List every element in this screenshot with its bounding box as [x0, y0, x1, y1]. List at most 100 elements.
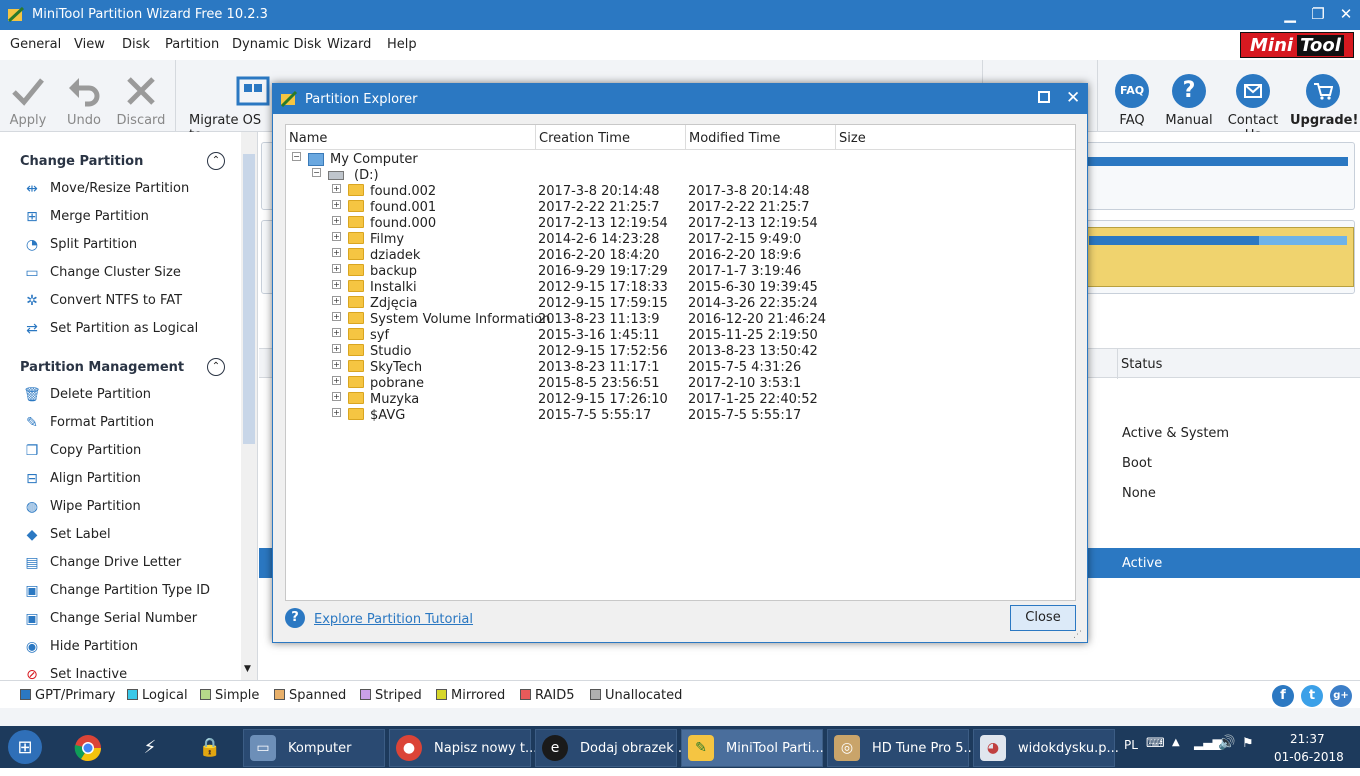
- column-header-creation-time[interactable]: Creation Time: [536, 125, 686, 150]
- expand-icon[interactable]: +: [332, 200, 341, 209]
- tree-row-folder[interactable]: + dziadek 2016-2-20 18:4:20 2016-2-20 18:9:…: [286, 248, 1075, 264]
- tree-row-folder[interactable]: + pobrane 2015-8-5 23:56:51 2017-2-10 3:53:…: [286, 376, 1075, 392]
- minimize-button[interactable]: ▁: [1278, 5, 1302, 23]
- dialog-close-icon[interactable]: ✕: [1066, 88, 1080, 108]
- tree-row-folder[interactable]: + found.002 2017-3-8 20:14:48 2017-3-8 20:1…: [286, 184, 1075, 200]
- task-paint[interactable]: ◕ widokdysku.p...: [973, 729, 1119, 767]
- upgrade-button[interactable]: Upgrade!: [1290, 60, 1358, 132]
- tree-row-folder[interactable]: + found.001 2017-2-22 21:25:7 2017-2-22 21:…: [286, 200, 1075, 216]
- tree-row-folder[interactable]: + Instalki 2012-9-15 17:18:33 2015-6-30 19:…: [286, 280, 1075, 296]
- expand-icon[interactable]: +: [332, 248, 341, 257]
- dialog-title: Partition Explorer: [305, 92, 418, 107]
- collapse-icon[interactable]: −: [312, 168, 321, 177]
- apply-button[interactable]: Apply: [4, 60, 52, 132]
- google-plus-icon[interactable]: g+: [1330, 685, 1352, 707]
- expand-icon[interactable]: +: [332, 344, 341, 353]
- expand-icon[interactable]: +: [332, 296, 341, 305]
- twitter-icon[interactable]: t: [1301, 685, 1323, 707]
- task-hd-tune[interactable]: ◎ HD Tune Pro 5...: [827, 729, 976, 767]
- tree-row-folder[interactable]: + Zdjęcia 2012-9-15 17:59:15 2014-3-26 22:3…: [286, 296, 1075, 312]
- tree-row-folder[interactable]: + System Volume Information 2013-8-23 11:1…: [286, 312, 1075, 328]
- task-chrome-napisz[interactable]: ● Napisz nowy t...: [389, 729, 537, 767]
- file-tree-view: Name Creation Time Modified Time Size − …: [285, 124, 1076, 601]
- expand-icon[interactable]: +: [332, 184, 341, 193]
- expand-icon[interactable]: +: [332, 264, 341, 273]
- help-question-icon[interactable]: ?: [285, 608, 305, 628]
- tree-row-folder[interactable]: + found.000 2017-2-13 12:19:54 2017-2-13 12…: [286, 216, 1075, 232]
- clock-date[interactable]: 01-06-2018: [1274, 750, 1344, 764]
- faq-icon: FAQ: [1115, 74, 1149, 108]
- tree-row-folder[interactable]: + $AVG 2015-7-5 5:55:17 2015-7-5 5:55:17: [286, 408, 1075, 424]
- legend-swatch: [200, 689, 211, 700]
- facebook-icon[interactable]: f: [1272, 685, 1294, 707]
- task-komputer[interactable]: ▭ Komputer: [243, 729, 385, 767]
- undo-button[interactable]: Undo: [60, 60, 108, 132]
- creation-time-cell: 2014-2-6 14:23:28: [538, 232, 660, 247]
- maximize-button[interactable]: ❐: [1306, 5, 1330, 23]
- tree-row-folder[interactable]: + syf 2015-3-16 1:45:11 2015-11-25 2:19:50: [286, 328, 1075, 344]
- network-tool-icon[interactable]: ⚡: [132, 730, 168, 766]
- expand-icon[interactable]: +: [332, 312, 341, 321]
- tree-row-drive-d[interactable]: − (D:): [286, 168, 1075, 184]
- dialog-maximize-icon[interactable]: [1038, 91, 1050, 103]
- action-center-flag-icon[interactable]: ⚑: [1242, 736, 1254, 751]
- task-dodaj-obrazek[interactable]: e Dodaj obrazek ...: [535, 729, 690, 767]
- selected-partition-block[interactable]: [1084, 227, 1354, 287]
- expand-icon[interactable]: +: [332, 408, 341, 417]
- expand-icon[interactable]: +: [332, 216, 341, 225]
- language-indicator[interactable]: PL: [1124, 738, 1138, 752]
- column-header-name[interactable]: Name: [286, 125, 536, 150]
- clock-time[interactable]: 21:37: [1290, 732, 1325, 746]
- manual-button[interactable]: ? Manual: [1162, 60, 1216, 132]
- tree-row-folder[interactable]: + Filmy 2014-2-6 14:23:28 2017-2-15 9:49:0: [286, 232, 1075, 248]
- tree-row-folder[interactable]: + Muzyka 2012-9-15 17:26:10 2017-1-25 22:40…: [286, 392, 1075, 408]
- discard-button[interactable]: Discard: [114, 60, 168, 132]
- close-window-button[interactable]: ✕: [1334, 5, 1358, 23]
- collapse-change-partition-icon[interactable]: ⌃: [207, 152, 225, 170]
- explore-tutorial-link[interactable]: Explore Partition Tutorial: [314, 612, 473, 627]
- expand-icon[interactable]: +: [332, 360, 341, 369]
- legend-swatch: [127, 689, 138, 700]
- faq-button[interactable]: FAQ FAQ: [1108, 60, 1156, 132]
- menu-partition[interactable]: Partition: [165, 37, 219, 52]
- folder-icon: [348, 264, 364, 276]
- collapse-icon[interactable]: −: [292, 152, 301, 161]
- expand-icon[interactable]: +: [332, 232, 341, 241]
- migrate-os-button[interactable]: Migrate OS to: [184, 60, 272, 143]
- expand-icon[interactable]: +: [332, 280, 341, 289]
- task-minitool[interactable]: ✎ MiniTool Parti...: [681, 729, 824, 767]
- column-header-size[interactable]: Size: [836, 125, 1075, 150]
- contact-us-button[interactable]: Contact Us: [1218, 60, 1288, 143]
- sidebar-scroll-thumb[interactable]: [243, 154, 255, 444]
- menu-general[interactable]: General: [10, 37, 61, 52]
- close-button[interactable]: Close: [1010, 605, 1076, 631]
- folder-name: found.002: [370, 184, 437, 199]
- scroll-down-arrow-icon[interactable]: ▼: [244, 664, 251, 674]
- tree-row-folder[interactable]: + SkyTech 2013-8-23 11:17:1 2015-7-5 4:31:2…: [286, 360, 1075, 376]
- menu-dynamic-disk[interactable]: Dynamic Disk: [232, 37, 321, 52]
- menu-view[interactable]: View: [74, 37, 105, 52]
- expand-icon[interactable]: +: [332, 392, 341, 401]
- lock-app-icon[interactable]: 🔒: [192, 730, 228, 766]
- sidebar-scrollbar[interactable]: ▼: [241, 132, 257, 680]
- tree-row-folder[interactable]: + backup 2016-9-29 19:17:29 2017-1-7 3:19:4…: [286, 264, 1075, 280]
- windows-start-icon[interactable]: ⊞: [8, 730, 42, 764]
- resize-grip-icon[interactable]: ⋰: [1073, 630, 1082, 640]
- legend-label: Logical: [142, 688, 188, 703]
- sidebar: Change Partition ⌃ ⇹ Move/Resize Partitio…: [0, 132, 258, 680]
- menu-disk[interactable]: Disk: [122, 37, 150, 52]
- expand-icon[interactable]: +: [332, 376, 341, 385]
- collapse-partition-management-icon[interactable]: ⌃: [207, 358, 225, 376]
- tray-expand-icon[interactable]: ▲: [1172, 737, 1180, 748]
- menu-help[interactable]: Help: [387, 37, 417, 52]
- tree-row-my-computer[interactable]: − My Computer: [286, 152, 1075, 168]
- keyboard-icon[interactable]: ⌨: [1146, 736, 1165, 751]
- checkmark-icon: [12, 78, 44, 106]
- expand-icon[interactable]: +: [332, 328, 341, 337]
- menu-wizard[interactable]: Wizard: [327, 37, 371, 52]
- speaker-icon[interactable]: 🔊: [1218, 735, 1235, 751]
- column-header-modified-time[interactable]: Modified Time: [686, 125, 836, 150]
- status-column-header[interactable]: Status: [1121, 357, 1162, 372]
- tree-row-folder[interactable]: + Studio 2012-9-15 17:52:56 2013-8-23 13:50…: [286, 344, 1075, 360]
- chrome-icon[interactable]: [70, 730, 106, 766]
